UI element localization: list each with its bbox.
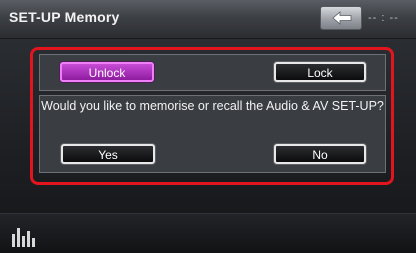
highlight-frame xyxy=(30,47,394,185)
clock-display: -- : -- xyxy=(368,12,399,24)
bottom-bar xyxy=(0,213,416,253)
setup-memory-screen: SET-UP Memory -- : -- Unlock Lock Would … xyxy=(0,0,416,253)
equalizer-bars-icon[interactable] xyxy=(10,224,40,250)
page-title: SET-UP Memory xyxy=(9,9,120,25)
back-button[interactable] xyxy=(320,6,362,30)
left-arrow-icon xyxy=(332,11,352,25)
top-bar: SET-UP Memory -- : -- xyxy=(0,0,416,39)
